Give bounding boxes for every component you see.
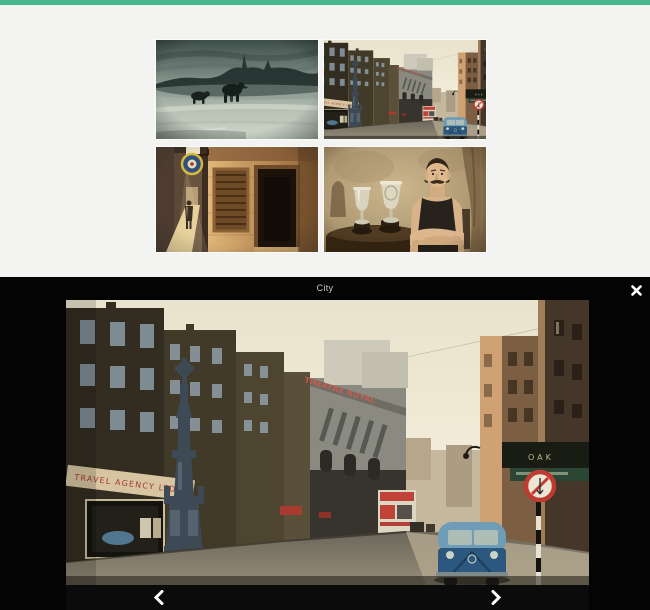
alley-image [156,147,318,252]
lightbox-caption: City [0,283,650,293]
gallery-thumbnail-strongman[interactable] [324,147,486,252]
chevron-left-icon [154,590,164,605]
chevron-right-icon [491,590,501,605]
thumbnail-gallery [156,40,486,252]
next-button[interactable] [483,585,509,610]
lightbox-image-container [66,300,589,585]
gallery-thumbnail-polar-bears[interactable] [156,40,318,139]
lightbox-image[interactable] [66,300,589,585]
polar-bears-image [156,40,318,139]
lightbox-nav-bar [66,585,589,610]
gallery-thumbnail-city-street[interactable] [324,40,486,139]
close-icon [631,285,642,296]
top-accent-bar [0,0,650,5]
close-button[interactable] [627,282,646,299]
strongman-image [324,147,486,252]
gallery-thumbnail-alley[interactable] [156,147,318,252]
lightbox-overlay: City [0,277,650,610]
city-street-image [324,40,486,139]
prev-button[interactable] [146,585,172,610]
